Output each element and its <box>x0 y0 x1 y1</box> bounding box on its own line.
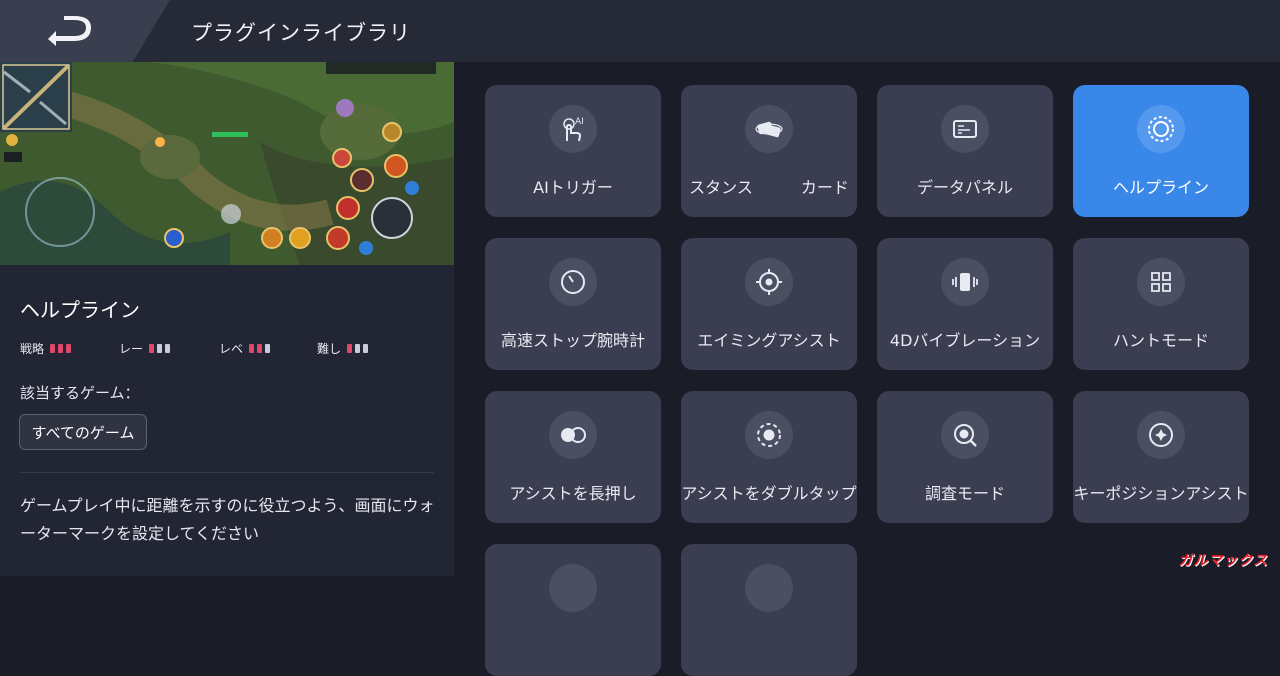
rating-difficulty: 難し <box>317 340 369 357</box>
plugin-card-label: アシストを長押し <box>509 484 637 503</box>
plugin-card-label: AIトリガー <box>533 178 613 197</box>
plugin-card-double-tap-assist[interactable]: アシストをダブルタップ <box>681 391 857 523</box>
rating-dots <box>149 344 171 353</box>
top-bar: プラグインライブラリ <box>0 0 1280 62</box>
rating-dot-filled <box>257 344 263 353</box>
back-arrow-icon <box>48 16 91 46</box>
rating-label: レベ <box>219 342 244 356</box>
plugin-card-ai-trigger[interactable]: AI AIトリガー <box>485 85 661 217</box>
data-panel-icon <box>941 105 989 153</box>
rating-dot-filled <box>347 344 353 353</box>
site-watermark-logo: ガルマックス <box>1178 553 1268 569</box>
ai-touch-icon: AI <box>549 105 597 153</box>
double-tap-icon <box>745 411 793 459</box>
game-preview-image <box>0 62 454 265</box>
key-position-icon <box>1137 411 1185 459</box>
plugin-card-label: ヘルプライン <box>1112 178 1209 197</box>
rating-label: レー <box>119 342 144 356</box>
rating-dot-empty <box>355 344 361 353</box>
rating-lane: レー <box>119 340 171 357</box>
hunt-icon <box>1137 258 1185 306</box>
rating-dot-empty <box>265 344 271 353</box>
plugin-card-label: 高速ストップ腕時計 <box>500 331 645 350</box>
plugin-card-label: キーポジションアシスト <box>1073 484 1249 503</box>
divider <box>20 472 434 473</box>
search-mode-icon <box>941 411 989 459</box>
rating-dot-filled <box>149 344 155 353</box>
rating-list: 戦略 レー レベ 難し <box>20 340 440 356</box>
plugin-card-label: アシストをダブルタップ <box>681 484 857 503</box>
plugin-card-label: エイミングアシスト <box>697 331 841 350</box>
rating-strategy: 戦略 <box>20 340 72 357</box>
plugin-card-label: 4Dバイブレーション <box>889 331 1041 350</box>
plugin-description: ゲームプレイ中に距離を示すのに役立つよう、画面にウォーターマークを設定してくださ… <box>20 496 435 543</box>
rating-dot-empty <box>363 344 369 353</box>
rating-dot-filled <box>249 344 255 353</box>
rating-dot-empty <box>165 344 171 353</box>
plugin-card-hunt-mode[interactable]: ハントモード <box>1073 238 1249 370</box>
plugin-card-stopwatch[interactable]: 高速ストップ腕時計 <box>485 238 661 370</box>
plugin-card-helpline[interactable]: ヘルプライン <box>1073 85 1249 217</box>
plugin-card-survey-mode[interactable]: 調査モード <box>877 391 1053 523</box>
rating-dots <box>50 344 72 353</box>
plugin-icon <box>549 564 597 612</box>
plugin-card-long-press-assist[interactable]: アシストを長押し <box>485 391 661 523</box>
plugin-name: ヘルプライン <box>20 298 140 322</box>
long-press-icon <box>549 411 597 459</box>
plugin-detail-panel: ヘルプライン 戦略 レー レベ 難し 該当するゲーム： すべてのゲーム ゲームプ… <box>0 62 454 576</box>
plugin-card-label: データパネル <box>916 178 1013 197</box>
rating-dots <box>249 344 271 353</box>
plugin-card-label: 調査モード <box>924 484 1005 503</box>
rating-level: レベ <box>219 340 271 357</box>
plugin-card-label: スタンス カード <box>689 178 849 197</box>
plugin-card-label: ハントモード <box>1112 331 1209 350</box>
rating-dot-filled <box>58 344 64 353</box>
page-title: プラグインライブラリ <box>191 21 411 45</box>
plugin-card-data-panel[interactable]: データパネル <box>877 85 1053 217</box>
applicable-games-label: 該当するゲーム： <box>20 384 140 402</box>
plugin-card-key-position-assist[interactable]: キーポジションアシスト <box>1073 391 1249 523</box>
back-button[interactable] <box>0 0 170 62</box>
rating-dots <box>347 344 369 353</box>
rating-dot-filled <box>50 344 56 353</box>
helpline-icon <box>1137 105 1185 153</box>
plugin-card-4d-vibration[interactable]: 4Dバイブレーション <box>877 238 1053 370</box>
rating-dot-empty <box>157 344 163 353</box>
rating-label: 難し <box>317 342 342 356</box>
cards-icon <box>745 105 793 153</box>
vibration-icon <box>941 258 989 306</box>
stopwatch-icon <box>549 258 597 306</box>
plugin-icon <box>745 564 793 612</box>
svg-text:AI: AI <box>575 117 584 127</box>
plugin-card-partial[interactable] <box>681 544 857 676</box>
plugin-card-stance-card[interactable]: スタンス カード <box>681 85 857 217</box>
plugin-card-aiming-assist[interactable]: エイミングアシスト <box>681 238 857 370</box>
all-games-button[interactable]: すべてのゲーム <box>19 414 147 450</box>
rating-dot-filled <box>66 344 72 353</box>
plugin-card-partial[interactable] <box>485 544 661 676</box>
rating-label: 戦略 <box>20 342 45 356</box>
plugin-grid: AI AIトリガー スタンス カード データパネル ヘルプライン 高速ストップ腕… <box>454 62 1280 676</box>
crosshair-icon <box>745 258 793 306</box>
